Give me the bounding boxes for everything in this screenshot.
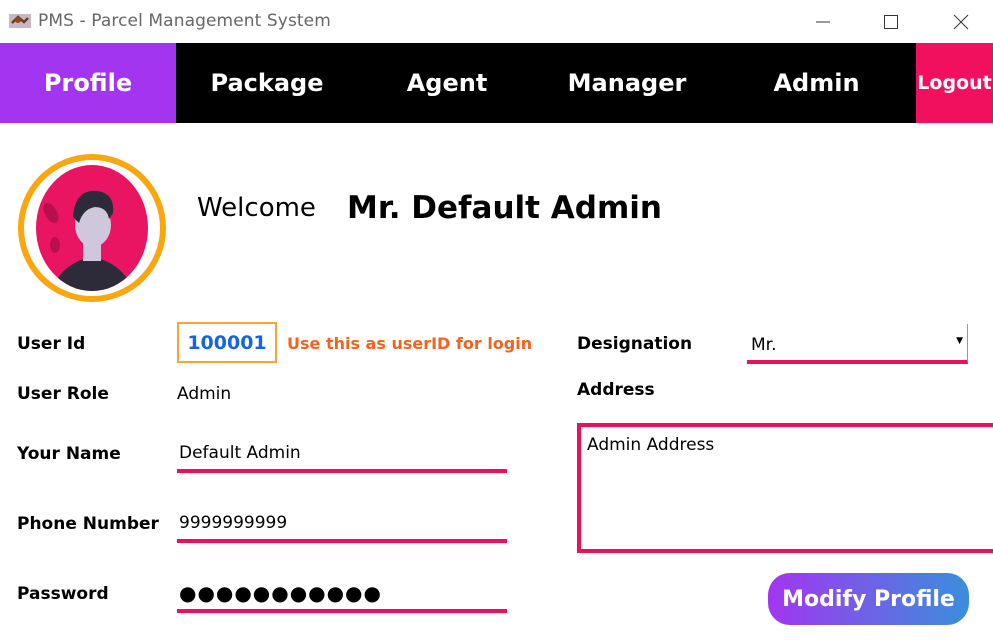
maximize-icon bbox=[884, 14, 898, 29]
designation-select[interactable]: Mr. ▼ bbox=[747, 324, 968, 364]
tab-agent[interactable]: Agent bbox=[357, 43, 537, 123]
modify-profile-button[interactable]: Modify Profile bbox=[768, 573, 969, 625]
user-role-value: Admin bbox=[177, 384, 232, 404]
tab-package[interactable]: Package bbox=[177, 43, 357, 123]
user-id-label: User Id bbox=[17, 334, 86, 354]
nav-bar: Profile Package Agent Manager Admin Logo… bbox=[0, 43, 993, 123]
chevron-down-icon: ▼ bbox=[956, 336, 963, 346]
designation-value: Mr. bbox=[751, 335, 777, 355]
logout-button[interactable]: Logout bbox=[916, 43, 993, 123]
tab-admin[interactable]: Admin bbox=[717, 43, 916, 123]
address-label: Address bbox=[577, 380, 655, 400]
password-field[interactable] bbox=[177, 576, 507, 613]
avatar bbox=[18, 154, 166, 302]
designation-label: Designation bbox=[577, 334, 693, 354]
password-label: Password bbox=[17, 584, 109, 604]
user-id-hint: Use this as userID for login bbox=[287, 334, 533, 353]
welcome-text: Welcome bbox=[197, 193, 316, 223]
close-button[interactable] bbox=[938, 0, 984, 43]
name-field[interactable] bbox=[177, 436, 507, 473]
address-value: Admin Address bbox=[587, 435, 715, 455]
user-role-label: User Role bbox=[17, 384, 109, 404]
phone-label: Phone Number bbox=[17, 514, 159, 534]
your-name-label: Your Name bbox=[17, 444, 121, 464]
title-bar: PMS - Parcel Management System bbox=[0, 0, 993, 43]
tab-manager[interactable]: Manager bbox=[537, 43, 717, 123]
maximize-button[interactable] bbox=[868, 0, 914, 43]
app-icon bbox=[9, 14, 31, 28]
phone-field[interactable] bbox=[177, 506, 507, 543]
minimize-button[interactable] bbox=[800, 0, 846, 43]
user-display-name: Mr. Default Admin bbox=[347, 190, 662, 226]
close-icon bbox=[953, 14, 969, 29]
user-id-value: 100001 bbox=[177, 322, 277, 363]
window-title: PMS - Parcel Management System bbox=[38, 11, 331, 31]
address-field[interactable]: Admin Address bbox=[577, 423, 993, 553]
minimize-icon bbox=[816, 21, 830, 22]
tab-profile[interactable]: Profile bbox=[0, 43, 176, 123]
